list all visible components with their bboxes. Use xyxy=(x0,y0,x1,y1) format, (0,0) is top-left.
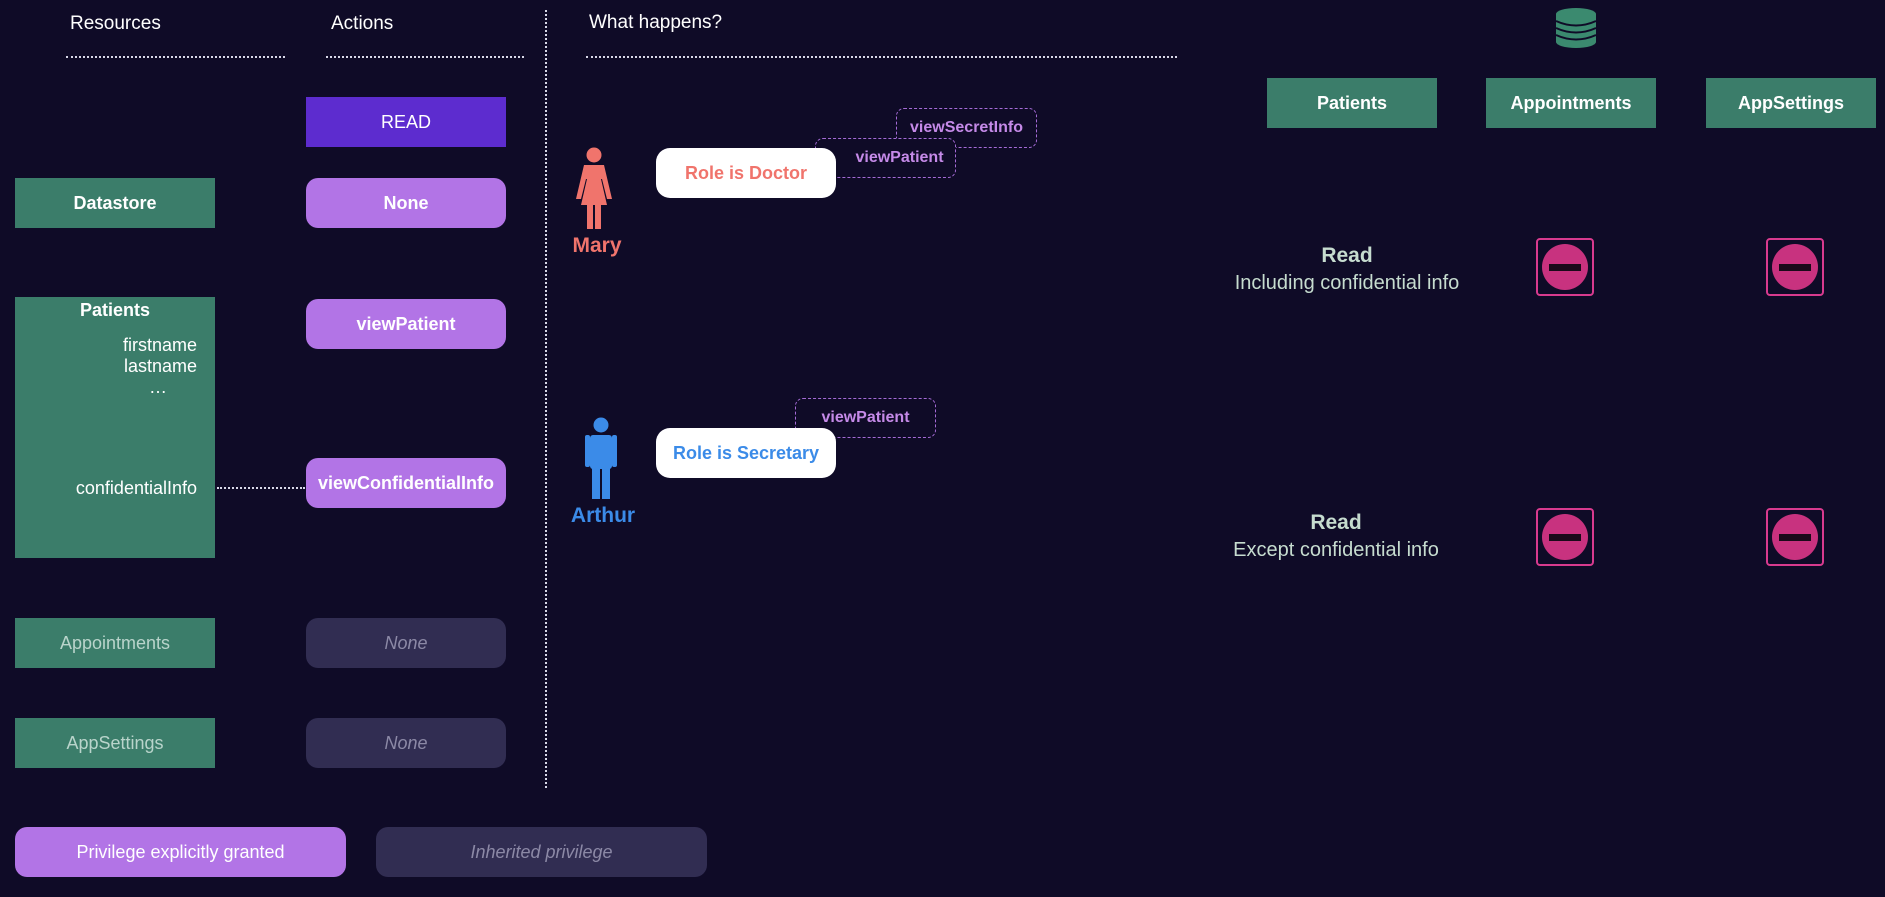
legend-granted: Privilege explicitly granted xyxy=(15,827,346,877)
section-divider xyxy=(545,10,547,788)
no-entry-icon xyxy=(1766,508,1824,566)
confidential-link xyxy=(217,487,305,489)
field-more: … xyxy=(149,377,167,397)
user-arthur-name: Arthur xyxy=(570,504,636,527)
resources-divider xyxy=(66,56,285,58)
field-confidential-info: confidentialInfo xyxy=(75,478,197,498)
result-arthur-title: Read xyxy=(1310,511,1362,534)
resources-header: Resources xyxy=(70,13,161,34)
resource-appsettings: AppSettings xyxy=(15,718,215,768)
patients-title: Patients xyxy=(79,300,151,320)
column-appointments: Appointments xyxy=(1486,78,1656,128)
result-arthur-patients: Read Except confidential info xyxy=(1186,511,1486,562)
role-secretary: Role is Secretary xyxy=(656,428,836,478)
resource-datastore: Datastore xyxy=(15,178,215,228)
resource-patients: Patients firstname lastname … confidenti… xyxy=(15,297,215,558)
user-mary-name: Mary xyxy=(572,234,622,257)
database-icon xyxy=(1554,6,1598,55)
read-header: READ xyxy=(306,97,506,147)
resource-appointments: Appointments xyxy=(15,618,215,668)
action-view-patient: viewPatient xyxy=(306,299,506,349)
result-mary-patients: Read Including confidential info xyxy=(1197,244,1497,295)
no-entry-icon xyxy=(1766,238,1824,296)
woman-icon xyxy=(575,147,613,234)
actions-divider xyxy=(326,56,524,58)
action-view-confidential: viewConfidentialInfo xyxy=(306,458,506,508)
tag-view-patient-mary: viewPatient xyxy=(815,138,956,178)
column-appsettings: AppSettings xyxy=(1706,78,1876,128)
column-patients: Patients xyxy=(1267,78,1437,128)
actions-header: Actions xyxy=(331,13,394,34)
man-icon xyxy=(585,417,617,504)
what-happens-divider xyxy=(586,56,1177,58)
role-doctor: Role is Doctor xyxy=(656,148,836,198)
field-firstname: firstname xyxy=(122,335,197,355)
no-entry-icon xyxy=(1536,238,1594,296)
action-appsettings: None xyxy=(306,718,506,768)
no-entry-icon xyxy=(1536,508,1594,566)
field-lastname: lastname xyxy=(123,356,197,376)
legend-inherited: Inherited privilege xyxy=(376,827,707,877)
result-mary-title: Read xyxy=(1321,244,1373,267)
action-appointments: None xyxy=(306,618,506,668)
result-mary-subtitle: Including confidential info xyxy=(1234,272,1460,294)
result-arthur-subtitle: Except confidential info xyxy=(1233,539,1439,561)
patients-fields: firstname lastname … xyxy=(123,335,197,398)
action-datastore: None xyxy=(306,178,506,228)
what-happens-header: What happens? xyxy=(589,12,723,33)
